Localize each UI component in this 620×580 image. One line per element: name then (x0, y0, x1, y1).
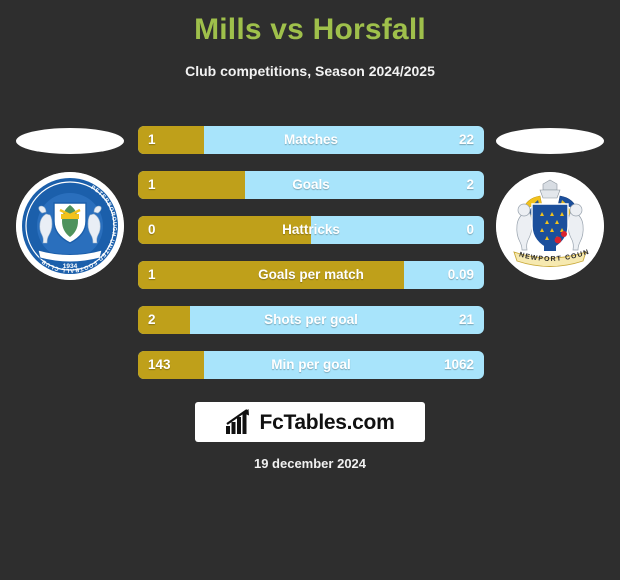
stat-row-min-per-goal: 143 Min per goal 1062 (138, 351, 484, 379)
page-title: Mills vs Horsfall (194, 13, 426, 46)
home-badge-highlight-ellipse (16, 128, 124, 154)
stat-label-goals: Goals (292, 177, 330, 192)
stat-label-matches: Matches (283, 132, 339, 147)
newport-county-badge: NEWPORT COUNTY (496, 172, 604, 280)
stat-row-shots-per-goal: 2 Shots per goal 21 (138, 306, 484, 334)
fctables-logo[interactable]: FcTables.com (195, 402, 425, 442)
comparison-infographic: Mills vs Horsfall Club competitions, Sea… (0, 0, 620, 580)
peterborough-united-football-club-badge: 1934 PETERBOROUGH UNITED FOOTBALL CLUB (16, 172, 124, 280)
stat-row-hattricks: 0 Hattricks 0 (138, 216, 484, 244)
stat-away-value-shots-per-goal: 21 (458, 312, 474, 327)
page-subtitle: Club competitions, Season 2024/2025 (185, 63, 435, 79)
stats-bar-list: 1 Matches 22 1 Goals 2 0 Hattricks 0 1 G… (138, 126, 484, 396)
stat-row-goals-per-match: 1 Goals per match 0.09 (138, 261, 484, 289)
stat-row-goals: 1 Goals 2 (138, 171, 484, 199)
stat-away-value-goals-per-match: 0.09 (447, 267, 474, 282)
stat-away-value-goals: 2 (466, 177, 474, 192)
away-team-badge-area: NEWPORT COUNTY (482, 128, 618, 298)
stat-label-min-per-goal: Min per goal (271, 357, 351, 372)
footer-date: 19 december 2024 (253, 456, 367, 471)
away-badge-highlight-ellipse (496, 128, 604, 154)
stat-row-matches: 1 Matches 22 (138, 126, 484, 154)
stat-away-value-matches: 22 (458, 132, 474, 147)
home-team-badge-area: 1934 PETERBOROUGH UNITED FOOTBALL CLUB (2, 128, 138, 298)
bar-chart-arrow-icon (225, 409, 249, 434)
stat-label-goals-per-match: Goals per match (258, 267, 364, 282)
stat-label-shots-per-goal: Shots per goal (264, 312, 358, 327)
stat-away-value-min-per-goal: 1062 (443, 357, 474, 372)
stat-away-value-hattricks: 0 (466, 222, 474, 237)
stat-label-hattricks: Hattricks (282, 222, 340, 237)
fctables-logo-text: FcTables.com (259, 410, 395, 434)
